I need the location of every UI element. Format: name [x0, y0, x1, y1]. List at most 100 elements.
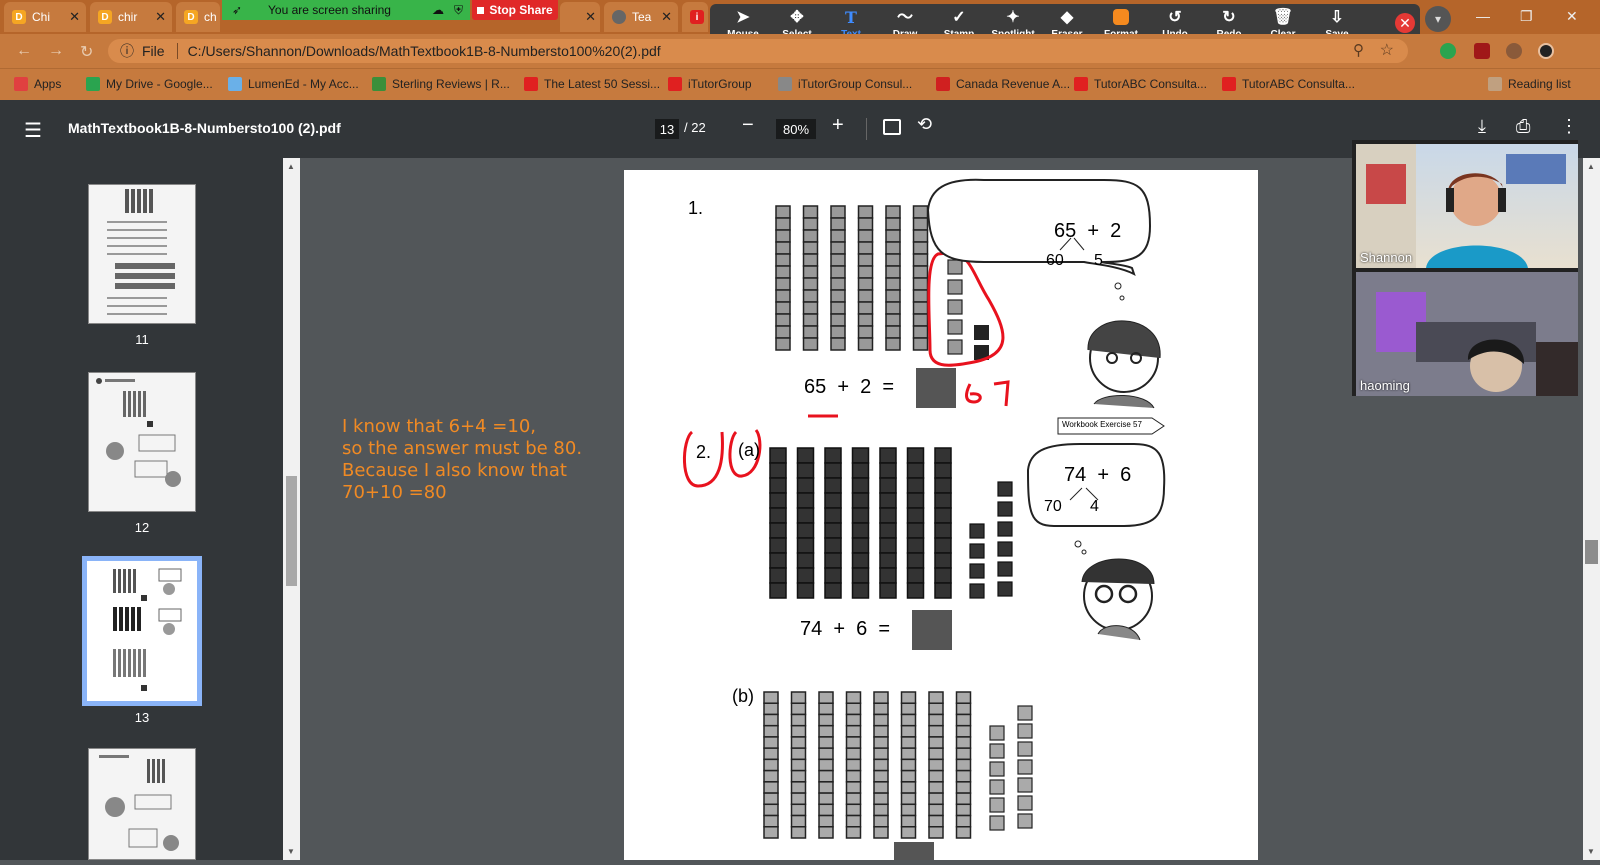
ones-cube: [947, 279, 963, 295]
info-icon[interactable]: ⓘ: [120, 41, 134, 61]
tens-rod-cell: [818, 713, 834, 727]
forward-icon[interactable]: →: [48, 42, 64, 60]
browser-tab[interactable]: i: [682, 2, 708, 32]
ones-cube: [974, 325, 989, 340]
reload-icon[interactable]: ↻: [80, 42, 93, 62]
tens-rod-cell: [830, 241, 846, 255]
browser-tab[interactable]: ✕: [560, 2, 600, 32]
restore-icon[interactable]: ❐: [1520, 8, 1533, 25]
globe-icon: [612, 10, 626, 24]
download-icon[interactable]: ⤓: [1478, 116, 1486, 137]
question-number: 2.: [696, 442, 712, 462]
stop-share-button[interactable]: Stop Share: [472, 0, 558, 20]
sidebar-scrollbar[interactable]: ▲ ▼: [283, 158, 300, 860]
tens-rod-cell: [873, 826, 889, 839]
address-input[interactable]: ⓘ File C:/Users/Shannon/Downloads/MathTe…: [108, 39, 1408, 63]
close-tab-icon[interactable]: ✕: [661, 9, 672, 25]
answer-box: [894, 842, 934, 860]
bookmark-item[interactable]: TutorABC Consulta...: [1074, 77, 1207, 91]
bookmark-item[interactable]: My Drive - Google...: [86, 77, 213, 91]
sub-question-label: (b): [732, 686, 754, 706]
close-tab-icon[interactable]: ✕: [155, 9, 166, 25]
puzzle-icon[interactable]: [1506, 43, 1522, 59]
tens-rod-cell: [879, 567, 897, 584]
tens-rod-cell: [851, 447, 870, 464]
zoom-input[interactable]: 80%: [776, 119, 816, 139]
tens-rod-cell: [775, 313, 791, 327]
trash-icon: 🗑: [1272, 8, 1294, 26]
screen-sharing-banner[interactable]: ➶ You are screen sharing ☁ ⛨: [222, 0, 470, 20]
browser-tab[interactable]: D Chi ✕: [4, 2, 86, 32]
tens-rod-cell: [830, 337, 846, 351]
chevron-down-icon[interactable]: ▾: [1425, 6, 1451, 32]
tens-rod-cell: [802, 301, 819, 315]
scroll-down-icon[interactable]: ▼: [287, 847, 295, 856]
bookmark-label: My Drive - Google...: [106, 77, 213, 91]
rotate-icon[interactable]: ⟲: [917, 114, 932, 135]
tens-rod-cell: [845, 691, 862, 704]
minimize-icon[interactable]: —: [1476, 8, 1490, 24]
bookmark-item[interactable]: iTutorGroup Consul...: [778, 77, 912, 91]
bookmark-item[interactable]: iTutorGroup: [668, 77, 752, 91]
ones-cube: [947, 339, 963, 355]
tens-rod-cell: [802, 253, 819, 267]
video-tile-shannon[interactable]: Shannon: [1356, 144, 1578, 268]
annotation-text[interactable]: I know that 6+4 =10, so the answer must …: [342, 416, 582, 504]
zoom-icon[interactable]: ⚲: [1353, 41, 1364, 59]
zoom-in-icon[interactable]: +: [832, 114, 844, 137]
bookmark-item[interactable]: Canada Revenue A...: [936, 77, 1070, 91]
close-tab-icon[interactable]: ✕: [69, 9, 80, 25]
bookmark-item[interactable]: LumenEd - My Acc...: [228, 77, 359, 91]
ones-cube: [997, 501, 1013, 517]
save-icon: ⇩: [1330, 8, 1344, 26]
more-options-icon[interactable]: ⋮: [1560, 116, 1578, 137]
ones-cube: [969, 583, 985, 599]
scroll-up-icon[interactable]: ▲: [1587, 162, 1595, 171]
zoom-out-icon[interactable]: −: [742, 114, 754, 137]
viewer-scrollbar[interactable]: ▲ ▼: [1583, 158, 1600, 860]
fit-page-icon[interactable]: [883, 119, 901, 135]
scrollbar-thumb[interactable]: [286, 476, 297, 586]
page-number-input[interactable]: 13: [655, 119, 679, 139]
page-thumbnail[interactable]: [88, 748, 196, 860]
bookmark-item[interactable]: Sterling Reviews | R...: [372, 77, 510, 91]
video-tile-haoming[interactable]: haoming: [1356, 272, 1578, 396]
tens-rod-cell: [857, 241, 874, 255]
browser-tab[interactable]: Tea ✕: [604, 2, 678, 32]
browser-tab[interactable]: D ch: [176, 2, 220, 32]
avatar[interactable]: [1538, 43, 1554, 59]
menu-icon[interactable]: ☰: [24, 118, 42, 143]
scroll-down-icon[interactable]: ▼: [1587, 847, 1595, 856]
tens-rod-cell: [796, 477, 815, 494]
page-thumbnail[interactable]: [88, 372, 196, 512]
tens-rod-cell: [790, 747, 807, 761]
bookmark-item[interactable]: Apps: [14, 77, 61, 91]
tens-rod-cell: [912, 313, 929, 327]
tens-rod-cell: [928, 803, 944, 817]
bookmark-item[interactable]: The Latest 50 Sessi...: [524, 77, 660, 91]
tens-rod-cell: [802, 325, 819, 339]
close-window-icon[interactable]: ✕: [1566, 8, 1578, 25]
extension-icon[interactable]: [1440, 43, 1456, 59]
bubble-equation: 65 + 2: [1054, 220, 1122, 242]
ublock-icon[interactable]: [1474, 43, 1490, 59]
back-icon[interactable]: ←: [16, 42, 32, 60]
tens-rod-cell: [885, 253, 901, 267]
page-content: [682, 178, 1166, 860]
bookmark-item[interactable]: Reading list: [1488, 77, 1571, 91]
scroll-up-icon[interactable]: ▲: [287, 162, 295, 171]
tens-rod-cell: [769, 552, 787, 569]
star-icon[interactable]: ☆: [1380, 40, 1394, 60]
ones-cube: [989, 797, 1005, 813]
browser-tab[interactable]: D chir ✕: [90, 2, 172, 32]
scrollbar-thumb[interactable]: [1585, 540, 1598, 564]
bookmark-item[interactable]: TutorABC Consulta...: [1222, 77, 1355, 91]
page-thumbnail[interactable]: [88, 184, 196, 324]
close-annotation-button[interactable]: ✕: [1395, 13, 1415, 33]
close-tab-icon[interactable]: ✕: [585, 9, 596, 25]
ones-cube: [1017, 795, 1033, 811]
print-icon[interactable]: ⎙: [1516, 116, 1530, 137]
tens-rod-cell: [879, 462, 897, 479]
page-thumbnail-current[interactable]: [82, 556, 202, 706]
tens-rod-cell: [928, 781, 944, 794]
